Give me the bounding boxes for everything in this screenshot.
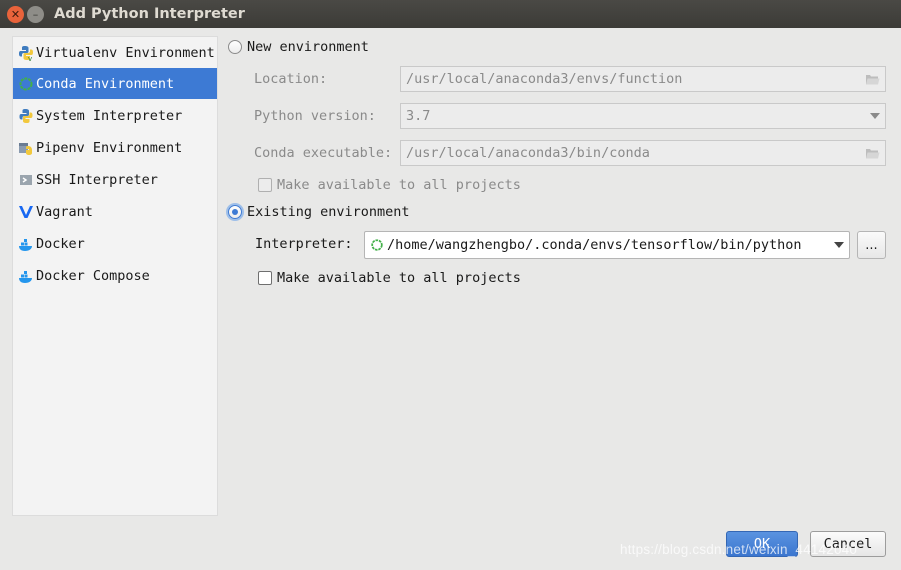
docker-icon (18, 236, 34, 252)
sidebar-item-system-interpreter[interactable]: System Interpreter (13, 100, 217, 131)
interpreter-label: Interpreter: (255, 236, 353, 252)
python-version-label: Python version: (254, 108, 376, 124)
conda-icon (18, 76, 34, 92)
sidebar-item-label: Docker Compose (36, 267, 150, 284)
virtualenv-icon: v (18, 45, 34, 61)
sidebar-item-label: System Interpreter (36, 107, 183, 124)
location-value: /usr/local/anaconda3/envs/function (406, 71, 683, 87)
vagrant-icon (18, 204, 34, 220)
sidebar-item-label: Vagrant (36, 203, 93, 220)
radio-button[interactable] (228, 205, 242, 219)
conda-executable-label: Conda executable: (254, 145, 393, 161)
python-icon (18, 108, 34, 124)
chevron-down-icon (834, 242, 844, 248)
folder-icon[interactable] (864, 145, 881, 161)
interpreter-value: /home/wangzhengbo/.conda/envs/tensorflow… (387, 237, 802, 253)
sidebar-item-docker-compose[interactable]: Docker Compose (13, 260, 217, 291)
sidebar-item-pipenv[interactable]: Pipenv Environment (13, 132, 217, 163)
pipenv-icon (18, 140, 34, 156)
sidebar-item-label: Docker (36, 235, 85, 252)
new-env-make-available-checkbox[interactable]: Make available to all projects (258, 177, 521, 193)
python-version-dropdown[interactable]: 3.7 (400, 103, 886, 129)
sidebar-item-docker[interactable]: Docker (13, 228, 217, 259)
close-icon[interactable]: ✕ (7, 6, 24, 23)
svg-text:v: v (28, 55, 32, 61)
sidebar-item-conda[interactable]: Conda Environment (13, 68, 217, 99)
conda-icon (370, 238, 384, 256)
minimize-icon[interactable]: – (27, 6, 44, 23)
location-label: Location: (254, 71, 328, 87)
sidebar-item-label: Virtualenv Environment (36, 44, 215, 61)
interpreter-type-list: v Virtualenv Environment Conda Environme… (12, 36, 218, 516)
sidebar-item-label: Conda Environment (36, 75, 175, 92)
window-title: Add Python Interpreter (54, 6, 245, 22)
title-bar: ✕ – Add Python Interpreter (0, 0, 901, 28)
browse-interpreter-button[interactable]: ... (857, 231, 886, 259)
conda-settings-panel: New environment Location: /usr/local/ana… (228, 28, 893, 508)
chevron-down-icon (870, 113, 880, 119)
sidebar-item-label: SSH Interpreter (36, 171, 158, 188)
folder-icon[interactable] (864, 71, 881, 87)
ok-button[interactable]: OK (726, 531, 798, 557)
existing-environment-radio[interactable]: Existing environment (228, 204, 410, 220)
cancel-button[interactable]: Cancel (810, 531, 886, 557)
sidebar-item-vagrant[interactable]: Vagrant (13, 196, 217, 227)
checkbox[interactable] (258, 178, 272, 192)
radio-button[interactable] (228, 40, 242, 54)
sidebar-item-label: Pipenv Environment (36, 139, 183, 156)
interpreter-dropdown[interactable]: /home/wangzhengbo/.conda/envs/tensorflow… (364, 231, 850, 259)
existing-env-make-available-checkbox[interactable]: Make available to all projects (258, 270, 521, 286)
checkbox[interactable] (258, 271, 272, 285)
python-version-value: 3.7 (406, 108, 431, 124)
new-environment-radio[interactable]: New environment (228, 39, 369, 55)
conda-executable-field[interactable]: /usr/local/anaconda3/bin/conda (400, 140, 886, 166)
conda-executable-value: /usr/local/anaconda3/bin/conda (406, 145, 650, 161)
docker-compose-icon (18, 268, 34, 284)
sidebar-item-virtualenv[interactable]: v Virtualenv Environment (13, 37, 217, 68)
ssh-terminal-icon (18, 172, 34, 188)
location-field[interactable]: /usr/local/anaconda3/envs/function (400, 66, 886, 92)
sidebar-item-ssh[interactable]: SSH Interpreter (13, 164, 217, 195)
dialog-body: v Virtualenv Environment Conda Environme… (0, 28, 901, 570)
